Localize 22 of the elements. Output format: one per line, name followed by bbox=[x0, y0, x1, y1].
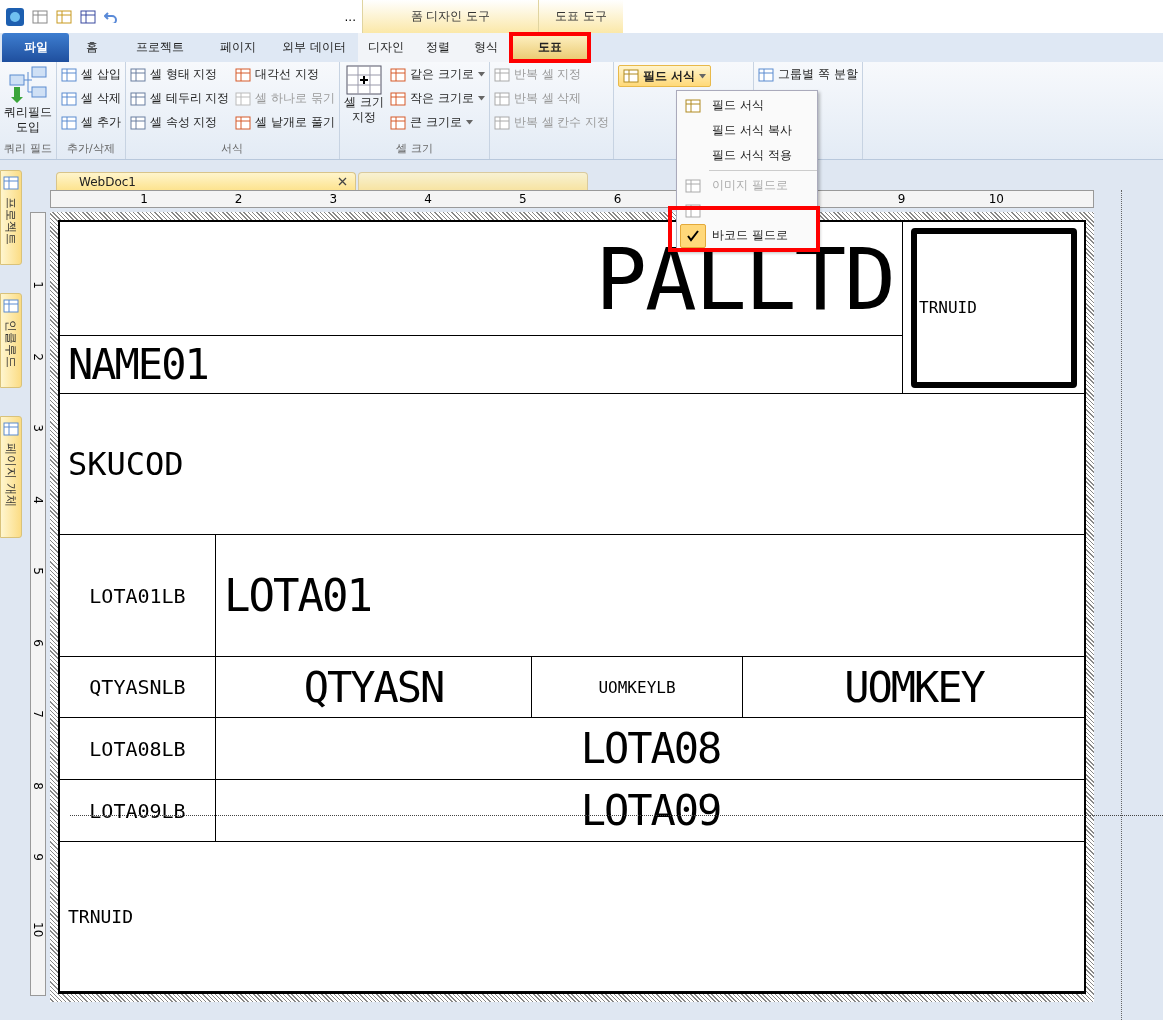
group-label: 추가/삭제 bbox=[66, 141, 116, 157]
label-cell: UOMKEYLB bbox=[532, 657, 743, 718]
vertical-ruler: 1 2 3 4 5 6 7 8 9 10 bbox=[30, 212, 46, 996]
field-cell: SKUCOD bbox=[60, 394, 1086, 535]
group-label: 셀 크기 bbox=[395, 141, 434, 157]
group-label: 서식 bbox=[220, 141, 245, 157]
label-cell: LOTA01LB bbox=[60, 535, 216, 657]
group-label: 쿼리 필드 bbox=[4, 141, 52, 157]
field-cell: UOMKEY bbox=[743, 657, 1086, 718]
field-cell: LOTA09 bbox=[216, 780, 1086, 842]
field-cell: QTYASN bbox=[216, 657, 532, 718]
context-group-header: 폼 디자인 도구 bbox=[362, 0, 538, 33]
field-cell: NAME01 bbox=[60, 336, 903, 394]
label-cell: QTYASNLB bbox=[60, 657, 216, 718]
field-cell: TRNUID bbox=[60, 842, 1086, 992]
barcode-frame: TRNUID bbox=[911, 227, 1077, 388]
context-group-header: 도표 도구 bbox=[538, 0, 623, 33]
label-cell: LOTA09LB bbox=[60, 780, 216, 842]
field-cell: LOTA01 bbox=[216, 535, 1086, 657]
more-text: ... bbox=[344, 9, 356, 24]
label-cell: LOTA08LB bbox=[60, 718, 216, 780]
field-cell: LOTA08 bbox=[216, 718, 1086, 780]
